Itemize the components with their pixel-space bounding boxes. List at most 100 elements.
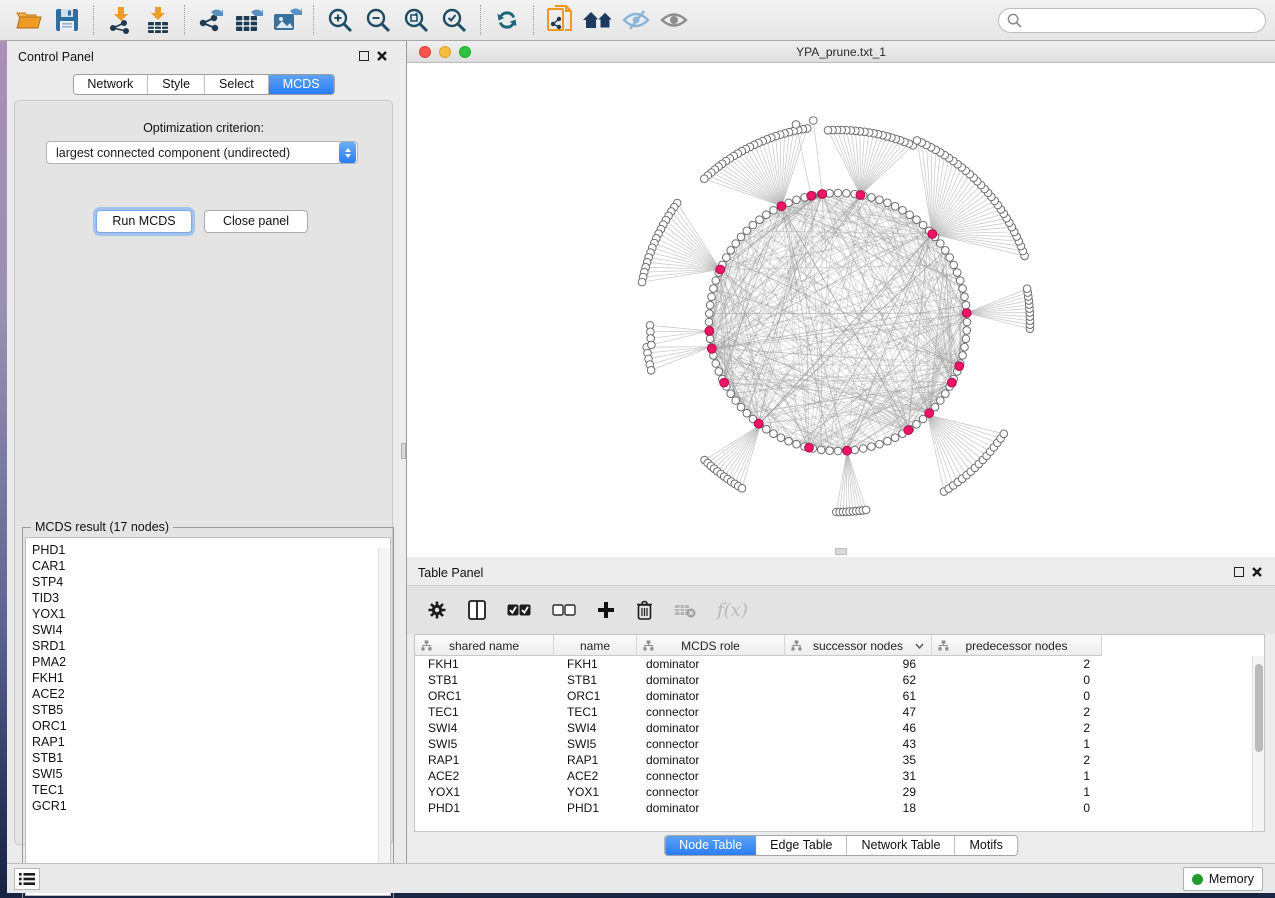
refresh-layout-button[interactable] xyxy=(488,3,526,37)
tab-mcds[interactable]: MCDS xyxy=(269,75,334,94)
control-panel-tabbar: Network Style Select MCDS xyxy=(72,74,334,95)
column-header-name[interactable]: name xyxy=(554,635,637,656)
mcds-node-item[interactable]: FKH1 xyxy=(32,670,390,686)
export-table-button[interactable] xyxy=(230,3,268,37)
run-mcds-button[interactable]: Run MCDS xyxy=(96,210,192,233)
tab-select[interactable]: Select xyxy=(205,75,269,94)
zoom-fit-button[interactable] xyxy=(397,3,435,37)
close-panel-icon[interactable] xyxy=(376,50,388,62)
vertical-splitter[interactable] xyxy=(400,41,407,863)
tab-edge-table[interactable]: Edge Table xyxy=(756,836,847,855)
mcds-node-item[interactable]: ORC1 xyxy=(32,718,390,734)
hide-selected-button[interactable] xyxy=(617,3,655,37)
mcds-node-item[interactable]: STB1 xyxy=(32,750,390,766)
network-canvas[interactable] xyxy=(407,63,1273,557)
import-table-button[interactable] xyxy=(139,3,177,37)
mcds-node-item[interactable]: STB5 xyxy=(32,702,390,718)
houses-icon xyxy=(582,8,614,32)
column-header-successor-nodes[interactable]: successor nodes xyxy=(785,635,932,656)
mcds-node-item[interactable]: PMA2 xyxy=(32,654,390,670)
column-header-shared-name[interactable]: shared name xyxy=(415,635,554,656)
delete-column-button[interactable] xyxy=(636,600,653,620)
column-layout-button[interactable] xyxy=(468,600,486,620)
tab-network-table[interactable]: Network Table xyxy=(848,836,956,855)
cell: 0 xyxy=(932,672,1102,688)
sort-desc-icon xyxy=(915,643,924,649)
table-row[interactable]: YOX1YOX1connector291 xyxy=(415,784,1252,800)
tab-style[interactable]: Style xyxy=(148,75,205,94)
mcds-result-title: MCDS result (17 nodes) xyxy=(31,520,173,534)
plus-icon xyxy=(597,601,615,619)
main-toolbar xyxy=(0,0,1275,41)
import-network-button[interactable] xyxy=(101,3,139,37)
mcds-node-item[interactable]: RAP1 xyxy=(32,734,390,750)
show-panels-button[interactable] xyxy=(14,868,40,890)
search-input[interactable] xyxy=(1027,14,1247,28)
mcds-node-item[interactable]: GCR1 xyxy=(32,798,390,814)
cell: 96 xyxy=(785,656,932,672)
zoom-selected-icon xyxy=(441,7,467,33)
open-file-button[interactable] xyxy=(10,3,48,37)
table-row[interactable]: PHD1PHD1dominator180 xyxy=(415,800,1252,816)
export-network-button[interactable] xyxy=(192,3,230,37)
mcds-node-item[interactable]: SRD1 xyxy=(32,638,390,654)
trash-icon xyxy=(636,600,653,620)
optimization-criterion-select[interactable]: largest connected component (undirected) xyxy=(46,141,358,164)
table-row[interactable]: TEC1TEC1connector472 xyxy=(415,704,1252,720)
mcds-list-scrollbar[interactable] xyxy=(378,548,389,892)
close-panel-button[interactable]: Close panel xyxy=(204,210,308,233)
save-session-button[interactable] xyxy=(48,3,86,37)
mcds-node-item[interactable]: PHD1 xyxy=(32,542,390,558)
mcds-node-item[interactable]: TEC1 xyxy=(32,782,390,798)
float-panel-icon[interactable] xyxy=(359,51,369,61)
optimization-criterion-value: largest connected component (undirected) xyxy=(47,146,339,160)
mcds-node-item[interactable]: STP4 xyxy=(32,574,390,590)
function-builder-button-disabled: f(x) xyxy=(717,600,748,621)
mcds-node-item[interactable]: YOX1 xyxy=(32,606,390,622)
zoom-out-button[interactable] xyxy=(359,3,397,37)
column-header-mcds-role[interactable]: MCDS role xyxy=(637,635,785,656)
table-row[interactable]: ACE2ACE2connector311 xyxy=(415,768,1252,784)
mcds-result-list[interactable]: PHD1CAR1STP4TID3YOX1SWI4SRD1PMA2FKH1ACE2… xyxy=(25,537,391,896)
tab-node-table[interactable]: Node Table xyxy=(665,836,756,855)
table-row[interactable]: STB1STB1dominator620 xyxy=(415,672,1252,688)
duplicate-network-button[interactable] xyxy=(541,3,579,37)
select-all-button[interactable] xyxy=(507,603,531,617)
first-neighbors-button[interactable] xyxy=(579,3,617,37)
cell: 0 xyxy=(932,800,1102,816)
table-scrollbar[interactable] xyxy=(1252,656,1264,831)
mcds-node-item[interactable]: ACE2 xyxy=(32,686,390,702)
mcds-node-item[interactable]: SWI4 xyxy=(32,622,390,638)
control-panel-title: Control Panel xyxy=(18,50,94,64)
cell: YOX1 xyxy=(415,784,554,800)
table-row[interactable]: SWI5SWI5connector431 xyxy=(415,736,1252,752)
zoom-in-button[interactable] xyxy=(321,3,359,37)
float-panel-icon[interactable] xyxy=(1234,567,1244,577)
scrollbar-thumb[interactable] xyxy=(1255,664,1263,752)
tab-network[interactable]: Network xyxy=(73,75,148,94)
memory-button[interactable]: Memory xyxy=(1183,867,1263,891)
show-all-button[interactable] xyxy=(655,3,693,37)
deselect-all-button[interactable] xyxy=(552,603,576,617)
zoom-selected-button[interactable] xyxy=(435,3,473,37)
search-box[interactable] xyxy=(998,8,1266,33)
cell: 46 xyxy=(785,720,932,736)
add-column-button[interactable] xyxy=(597,601,615,619)
splitter-handle[interactable] xyxy=(401,443,406,459)
tab-motifs[interactable]: Motifs xyxy=(955,836,1016,855)
export-image-button[interactable] xyxy=(268,3,306,37)
column-header-predecessor-nodes[interactable]: predecessor nodes xyxy=(932,635,1102,656)
mcds-node-item[interactable]: CAR1 xyxy=(32,558,390,574)
table-row[interactable]: RAP1RAP1dominator352 xyxy=(415,752,1252,768)
network-view[interactable] xyxy=(407,63,1275,557)
control-panel-header: Control Panel xyxy=(7,41,400,71)
export-image-icon xyxy=(272,6,302,34)
table-row[interactable]: ORC1ORC1dominator610 xyxy=(415,688,1252,704)
table-row[interactable]: SWI4SWI4dominator462 xyxy=(415,720,1252,736)
table-settings-button[interactable] xyxy=(427,600,447,620)
close-panel-icon[interactable] xyxy=(1251,566,1263,578)
network-resize-handle[interactable] xyxy=(835,548,847,555)
mcds-node-item[interactable]: TID3 xyxy=(32,590,390,606)
mcds-node-item[interactable]: SWI5 xyxy=(32,766,390,782)
table-row[interactable]: FKH1FKH1dominator962 xyxy=(415,656,1252,672)
